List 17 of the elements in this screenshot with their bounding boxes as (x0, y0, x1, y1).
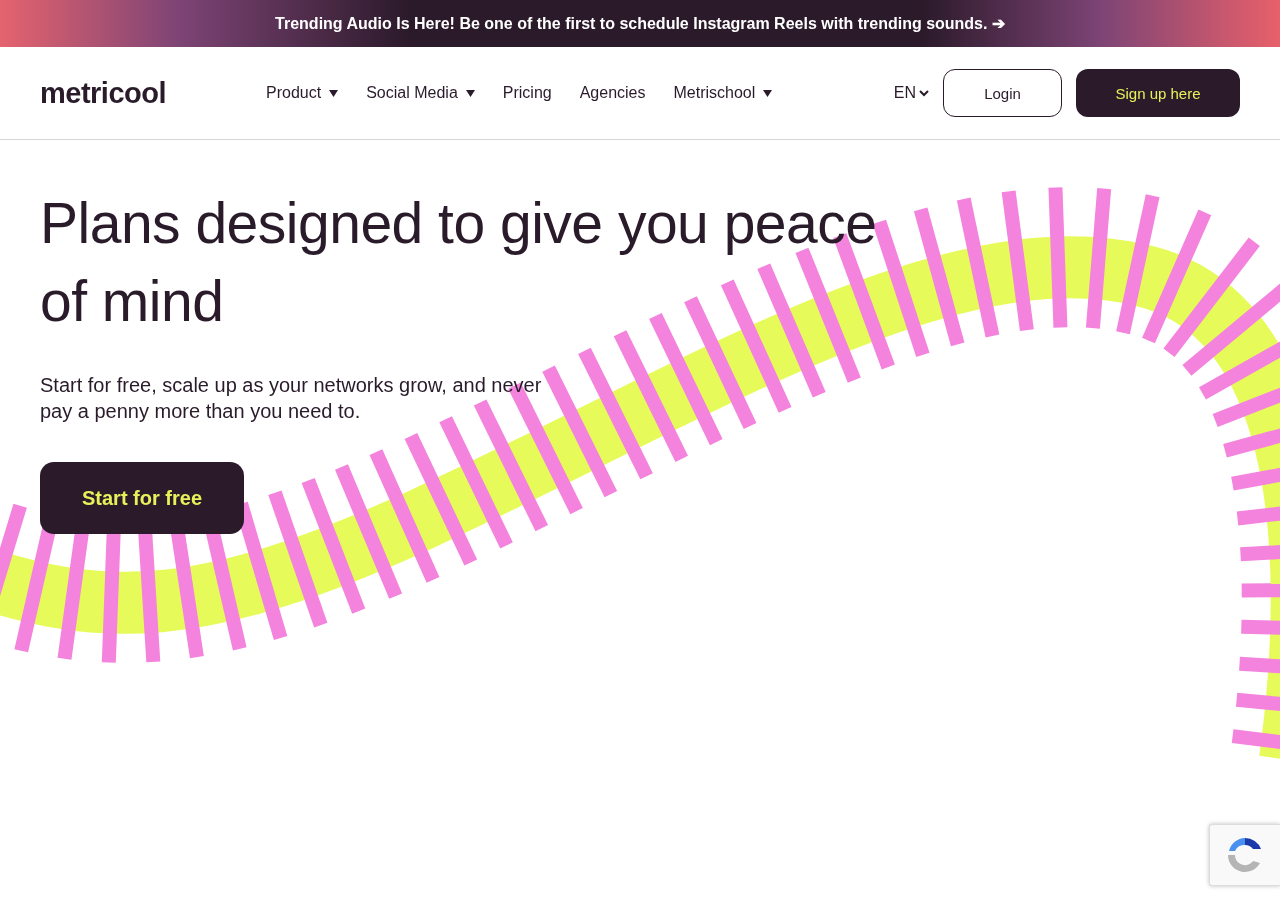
nav-item[interactable]: Agencies (579, 84, 646, 102)
nav-item[interactable]: Product (266, 84, 339, 102)
nav-item[interactable]: Metrischool (673, 84, 773, 102)
logo[interactable]: metricool (40, 76, 167, 110)
announcement-link[interactable]: Trending Audio Is Here! Be one of the first to schedule Instagram Reels with trending sounds. ➔ (275, 14, 1005, 33)
nav-item[interactable]: Social Media (366, 84, 475, 102)
caret-icon (465, 89, 475, 97)
hero-subtitle: Start for free, scale up as your networks grow, and never pay a penny more than you need to. (40, 373, 543, 424)
hero-title: Plans designed to give you peace of mind (40, 190, 878, 335)
start-button[interactable]: Start for free (40, 462, 244, 534)
login-button[interactable]: Login (943, 69, 1062, 117)
language-selector[interactable]: EN (893, 84, 929, 102)
chevron-down-icon (919, 89, 929, 97)
caret-icon (763, 89, 773, 97)
caret-icon (329, 89, 339, 97)
signup-button[interactable]: Sign up here (1076, 69, 1240, 117)
nav-item[interactable]: Pricing (502, 84, 552, 102)
